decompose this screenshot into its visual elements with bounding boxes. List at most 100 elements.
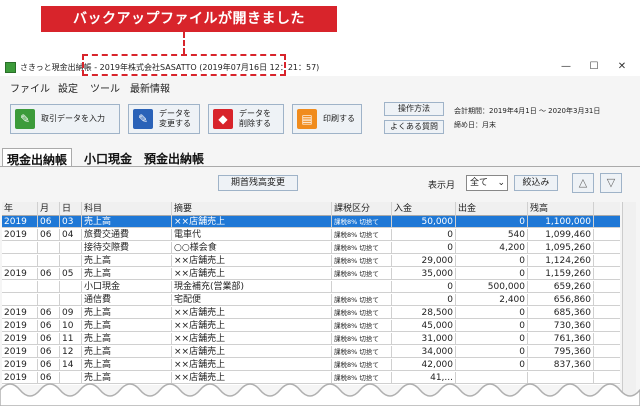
cell-balance: 1,099,460: [528, 229, 594, 241]
scroll-down-button[interactable]: ▽: [600, 173, 622, 193]
cell-balance: 761,360: [528, 333, 594, 345]
maximize-button[interactable]: ☐: [584, 60, 604, 74]
cell-description: ○○様会食: [172, 242, 332, 254]
cell-year: 2019: [2, 229, 38, 241]
cell-withdrawal: 0: [456, 307, 528, 319]
table-row[interactable]: 2019 06 12 売上高 ××店舗売上 課税8% 切捨て 34,000 0 795,360: [2, 346, 620, 358]
filter-button[interactable]: 絞込み: [514, 175, 558, 191]
cell-day: 11: [60, 333, 82, 345]
cell-tax: 課税8% 切捨て: [332, 320, 392, 332]
ledger-table: 年 月 日 科目 摘要 課税区分 入金 出金 残高 2019 06 03 売上高 ××店…: [2, 202, 620, 385]
header-day[interactable]: 日: [60, 202, 82, 216]
table-row[interactable]: 2019 06 03 売上高 ××店舗売上 課税8% 切捨て 50,000 0 1,100,00…: [2, 216, 620, 228]
menu-settings[interactable]: 設定: [58, 80, 78, 95]
cell-deposit: 50,000: [392, 216, 456, 228]
cell-day: 12: [60, 346, 82, 358]
close-button[interactable]: ✕: [612, 60, 632, 74]
cell-account: 売上高: [82, 307, 172, 319]
cell-account: 小口現金: [82, 281, 172, 293]
cell-description: ××店舗売上: [172, 359, 332, 371]
table-row[interactable]: 2019 06 14 売上高 ××店舗売上 課税8% 切捨て 42,000 0 837,360: [2, 359, 620, 371]
accounting-period: 会計期間：2019年4月1日 ～ 2020年3月31日: [454, 107, 601, 115]
app-icon: [5, 62, 16, 73]
header-tax[interactable]: 課税区分: [332, 202, 392, 216]
print-button[interactable]: ▤ 印刷する: [292, 104, 362, 134]
chevron-down-icon: ⌄: [497, 178, 505, 188]
delete-data-button[interactable]: ◆ データを 削除する: [208, 104, 284, 134]
header-year[interactable]: 年: [2, 202, 38, 216]
tab-deposit-book[interactable]: 預金出納帳: [140, 148, 208, 166]
cell-day: 05: [60, 268, 82, 280]
print-label: 印刷する: [323, 114, 355, 123]
cell-year: [2, 255, 38, 267]
cell-year: [2, 294, 38, 306]
callout-banner: バックアップファイルが開きました: [41, 6, 337, 32]
table-row[interactable]: 2019 06 04 旅費交通費 電車代 課税8% 切捨て 0 540 1,099,460: [2, 229, 620, 241]
cell-withdrawal: 0: [456, 346, 528, 358]
cell-account: 売上高: [82, 216, 172, 228]
cell-deposit: 0: [392, 281, 456, 293]
cell-deposit: 0: [392, 229, 456, 241]
cell-tax: 課税8% 切捨て: [332, 229, 392, 241]
title-highlight-frame: [82, 54, 286, 76]
header-deposit[interactable]: 入金: [392, 202, 456, 216]
header-balance[interactable]: 残高: [528, 202, 594, 216]
scroll-up-button[interactable]: △: [572, 173, 594, 193]
table-row[interactable]: 通信費 宅配便 課税8% 切捨て 0 2,400 656,860: [2, 294, 620, 306]
cell-account: 接待交際費: [82, 242, 172, 254]
month-select[interactable]: 全て ⌄: [466, 175, 508, 191]
cell-deposit: 29,000: [392, 255, 456, 267]
cell-deposit: 45,000: [392, 320, 456, 332]
cell-month: 06: [38, 268, 60, 280]
cell-month: [38, 281, 60, 293]
menu-news[interactable]: 最新情報: [130, 80, 170, 95]
cell-description: ××店舗売上: [172, 346, 332, 358]
table-row[interactable]: 2019 06 09 売上高 ××店舗売上 課税8% 切捨て 28,500 0 685,360: [2, 307, 620, 319]
how-to-button[interactable]: 操作方法: [384, 102, 444, 116]
menu-file[interactable]: ファイル: [10, 80, 50, 95]
enter-transaction-label: 取引データを入力: [41, 114, 105, 123]
cell-day: 10: [60, 320, 82, 332]
cell-month: [38, 294, 60, 306]
cell-year: 2019: [2, 268, 38, 280]
table-row[interactable]: 接待交際費 ○○様会食 課税8% 切捨て 0 4,200 1,095,260: [2, 242, 620, 254]
table-row[interactable]: 2019 06 05 売上高 ××店舗売上 課税8% 切捨て 35,000 0 1,159,26…: [2, 268, 620, 280]
cell-tax: 課税8% 切捨て: [332, 333, 392, 345]
table-row[interactable]: 小口現金 現金補充(営業部) 0 500,000 659,260: [2, 281, 620, 293]
cell-month: 06: [38, 346, 60, 358]
enter-transaction-button[interactable]: ✎ 取引データを入力: [10, 104, 120, 134]
cell-year: 2019: [2, 359, 38, 371]
header-withdrawal[interactable]: 出金: [456, 202, 528, 216]
edit-data-button[interactable]: ✎ データを 変更する: [128, 104, 200, 134]
cell-tax: [332, 281, 392, 293]
month-select-value: 全て: [470, 178, 489, 188]
cell-description: ××店舗売上: [172, 268, 332, 280]
cell-tax: 課税8% 切捨て: [332, 346, 392, 358]
cell-withdrawal: 2,400: [456, 294, 528, 306]
table-row[interactable]: 2019 06 11 売上高 ××店舗売上 課税8% 切捨て 31,000 0 761,360: [2, 333, 620, 345]
menu-tools[interactable]: ツール: [90, 80, 120, 95]
vertical-scrollbar[interactable]: [622, 202, 636, 402]
cell-account: 売上高: [82, 333, 172, 345]
cell-day: [60, 294, 82, 306]
header-month[interactable]: 月: [38, 202, 60, 216]
cell-account: 売上高: [82, 359, 172, 371]
faq-button[interactable]: よくある質問: [384, 120, 444, 134]
opening-balance-button[interactable]: 期首残高変更: [218, 175, 298, 191]
printer-icon: ▤: [297, 109, 317, 129]
table-row[interactable]: 2019 06 10 売上高 ××店舗売上 課税8% 切捨て 45,000 0 730,360: [2, 320, 620, 332]
cell-day: 09: [60, 307, 82, 319]
minimize-button[interactable]: —: [556, 60, 576, 74]
header-description[interactable]: 摘要: [172, 202, 332, 216]
table-row[interactable]: 売上高 ××店舗売上 課税8% 切捨て 29,000 0 1,124,260: [2, 255, 620, 267]
cell-description: 現金補充(営業部): [172, 281, 332, 293]
cell-balance: 730,360: [528, 320, 594, 332]
tab-cash-book[interactable]: 現金出納帳: [2, 148, 73, 167]
header-account[interactable]: 科目: [82, 202, 172, 216]
cell-description: 宅配便: [172, 294, 332, 306]
cell-description: ××店舗売上: [172, 216, 332, 228]
tab-petty-cash[interactable]: 小口現金: [80, 148, 136, 166]
cell-account: 売上高: [82, 268, 172, 280]
delete-data-label: データを 削除する: [239, 109, 271, 128]
cell-tax: 課税8% 切捨て: [332, 359, 392, 371]
